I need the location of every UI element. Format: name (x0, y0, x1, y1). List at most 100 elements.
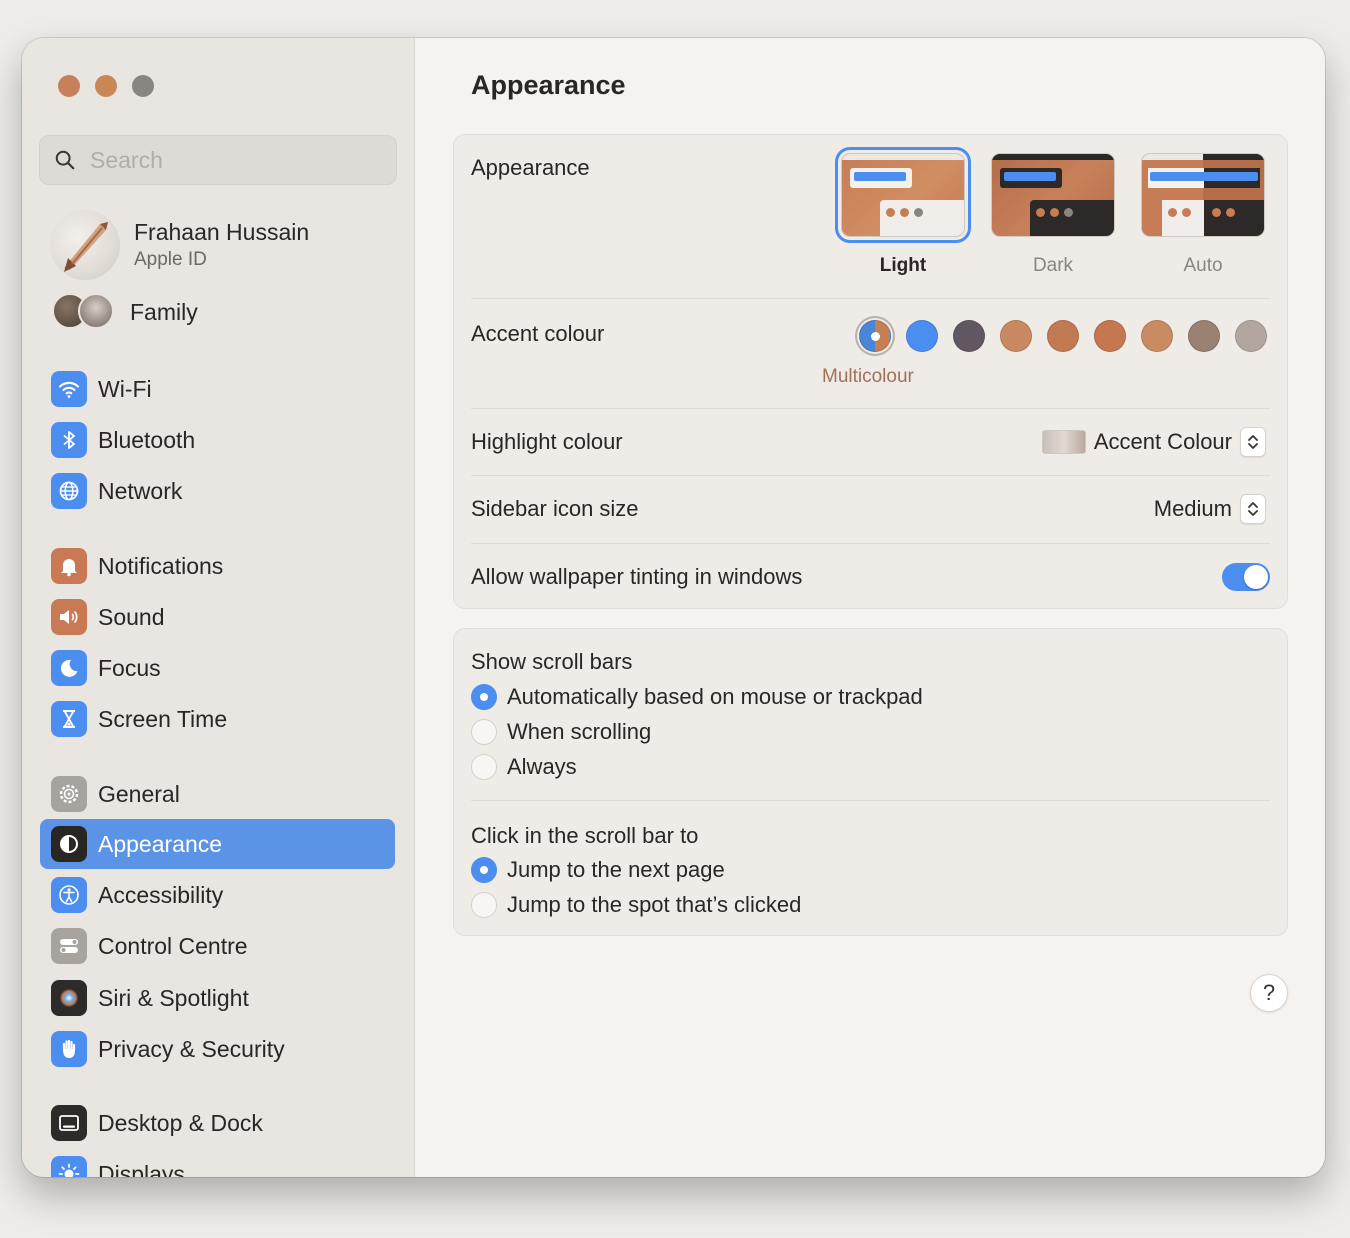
radio-button[interactable] (471, 719, 497, 745)
minimize-window-button[interactable] (95, 75, 117, 97)
appearance-option-auto[interactable]: Auto (1138, 153, 1268, 277)
speaker-icon (51, 599, 87, 635)
sidebar-icon-size-popup[interactable]: Medium (1154, 494, 1266, 524)
zoom-window-button[interactable] (132, 75, 154, 97)
auto-theme-thumbnail (1141, 153, 1265, 237)
appearance-option-label: Auto (1183, 255, 1223, 276)
accessibility-icon (51, 877, 87, 913)
click-scroll-option-next-page[interactable]: Jump to the next page (471, 857, 725, 883)
bluetooth-icon (51, 422, 87, 458)
profile-subtitle: Apple ID (134, 249, 207, 270)
accent-swatch-red[interactable] (1047, 320, 1079, 352)
divider (471, 408, 1270, 409)
sidebar-item-bluetooth[interactable]: Bluetooth (40, 415, 395, 465)
radio-label: Jump to the next page (507, 857, 725, 882)
search-input[interactable] (90, 146, 370, 174)
family-member-avatar (78, 293, 114, 329)
chevron-up-down-icon (1240, 494, 1266, 524)
accent-swatch-graphite[interactable] (1235, 320, 1267, 352)
family-avatars (52, 293, 116, 331)
sidebar-item-label: Accessibility (98, 881, 224, 908)
appearance-row-label: Appearance (471, 155, 590, 180)
sidebar-item-desktop-dock[interactable]: Desktop & Dock (40, 1098, 395, 1148)
page-title: Appearance (471, 70, 626, 100)
sidebar-item-screen-time[interactable]: Screen Time (40, 694, 395, 744)
sidebar-item-label: Displays (98, 1160, 185, 1178)
sidebar-item-accessibility[interactable]: Accessibility (40, 870, 395, 920)
rocket-avatar-icon (64, 222, 108, 272)
wallpaper-tinting-toggle[interactable] (1222, 563, 1270, 591)
radio-label: Automatically based on mouse or trackpad (507, 684, 923, 709)
appearance-option-label: Dark (1032, 255, 1074, 276)
sidebar-item-focus[interactable]: Focus (40, 643, 395, 693)
highlight-colour-label: Highlight colour (471, 429, 623, 454)
highlight-colour-value: Accent Colour (1093, 429, 1232, 454)
system-settings-window: Frahaan Hussain Apple ID Family Wi-Fi Bl… (22, 38, 1325, 1177)
sidebar-item-label: Screen Time (98, 705, 228, 732)
divider (471, 475, 1270, 476)
accent-colour-label: Accent colour (471, 321, 605, 346)
appearance-option-dark[interactable]: Dark (988, 153, 1118, 277)
sidebar-item-wifi[interactable]: Wi-Fi (40, 364, 395, 414)
hourglass-icon (51, 701, 87, 737)
sidebar-item-label: Sound (98, 603, 165, 630)
radio-button[interactable] (471, 754, 497, 780)
accent-swatch-blue[interactable] (906, 320, 938, 352)
click-scroll-option-clicked-spot[interactable]: Jump to the spot that’s clicked (471, 892, 801, 918)
accent-swatch-multicolour[interactable] (859, 320, 891, 352)
scroll-bars-option-automatic[interactable]: Automatically based on mouse or trackpad (471, 684, 923, 710)
sidebar-item-siri-spotlight[interactable]: Siri & Spotlight (40, 973, 395, 1023)
bell-icon (51, 548, 87, 584)
scroll-bar-settings-group: Show scroll bars Automatically based on … (453, 628, 1288, 936)
search-field[interactable] (39, 135, 397, 185)
main-pane: Appearance Appearance Light Dark Auto Ac… (415, 38, 1325, 1177)
sidebar-item-displays[interactable]: Displays (40, 1149, 395, 1177)
sidebar-item-control-centre[interactable]: Control Centre (40, 921, 395, 971)
sidebar-item-appearance[interactable]: Appearance (40, 819, 395, 869)
accent-swatch-yellow[interactable] (1141, 320, 1173, 352)
window-controls (58, 75, 154, 97)
sidebar-item-label: Appearance (98, 830, 223, 857)
accent-swatch-purple[interactable] (953, 320, 985, 352)
radio-button[interactable] (471, 857, 497, 883)
radio-button[interactable] (471, 684, 497, 710)
dark-theme-thumbnail (991, 153, 1115, 237)
close-window-button[interactable] (58, 75, 80, 97)
sidebar-item-label: Notifications (98, 552, 224, 579)
sidebar-item-label: Desktop & Dock (98, 1109, 263, 1136)
radio-label: When scrolling (507, 719, 652, 744)
accent-colour-swatches (859, 320, 1282, 352)
sidebar-icon-size-value: Medium (1153, 496, 1232, 521)
radio-label: Always (507, 754, 577, 779)
wifi-icon (51, 371, 87, 407)
divider (471, 543, 1270, 544)
sidebar-item-notifications[interactable]: Notifications (40, 541, 395, 591)
family-item[interactable]: Family (52, 293, 198, 331)
scroll-bars-option-always[interactable]: Always (471, 754, 577, 780)
help-button[interactable]: ? (1250, 974, 1288, 1012)
divider (471, 800, 1270, 801)
highlight-colour-popup[interactable]: Accent Colour (1041, 427, 1266, 457)
sidebar-item-privacy-security[interactable]: Privacy & Security (40, 1024, 395, 1074)
appearance-option-light[interactable]: Light (835, 147, 971, 277)
appearance-icon (51, 826, 87, 862)
sidebar-item-label: Control Centre (98, 932, 248, 959)
sidebar-item-sound[interactable]: Sound (40, 592, 395, 642)
family-label: Family (130, 298, 198, 325)
search-icon (55, 150, 75, 170)
sidebar-item-label: Focus (98, 654, 161, 681)
siri-icon (51, 980, 87, 1016)
scroll-bars-option-when-scrolling[interactable]: When scrolling (471, 719, 651, 745)
sidebar-item-label: Bluetooth (98, 426, 196, 453)
sidebar-item-network[interactable]: Network (40, 466, 395, 516)
radio-button[interactable] (471, 892, 497, 918)
sidebar-item-label: Network (98, 477, 183, 504)
sidebar-item-general[interactable]: General (40, 769, 395, 819)
accent-swatch-pink[interactable] (1000, 320, 1032, 352)
accent-swatch-orange[interactable] (1094, 320, 1126, 352)
radio-label: Jump to the spot that’s clicked (507, 892, 802, 917)
apple-id-profile[interactable]: Frahaan Hussain Apple ID (50, 210, 309, 280)
globe-icon (51, 473, 87, 509)
accent-swatch-green[interactable] (1188, 320, 1220, 352)
sun-icon (51, 1156, 87, 1177)
